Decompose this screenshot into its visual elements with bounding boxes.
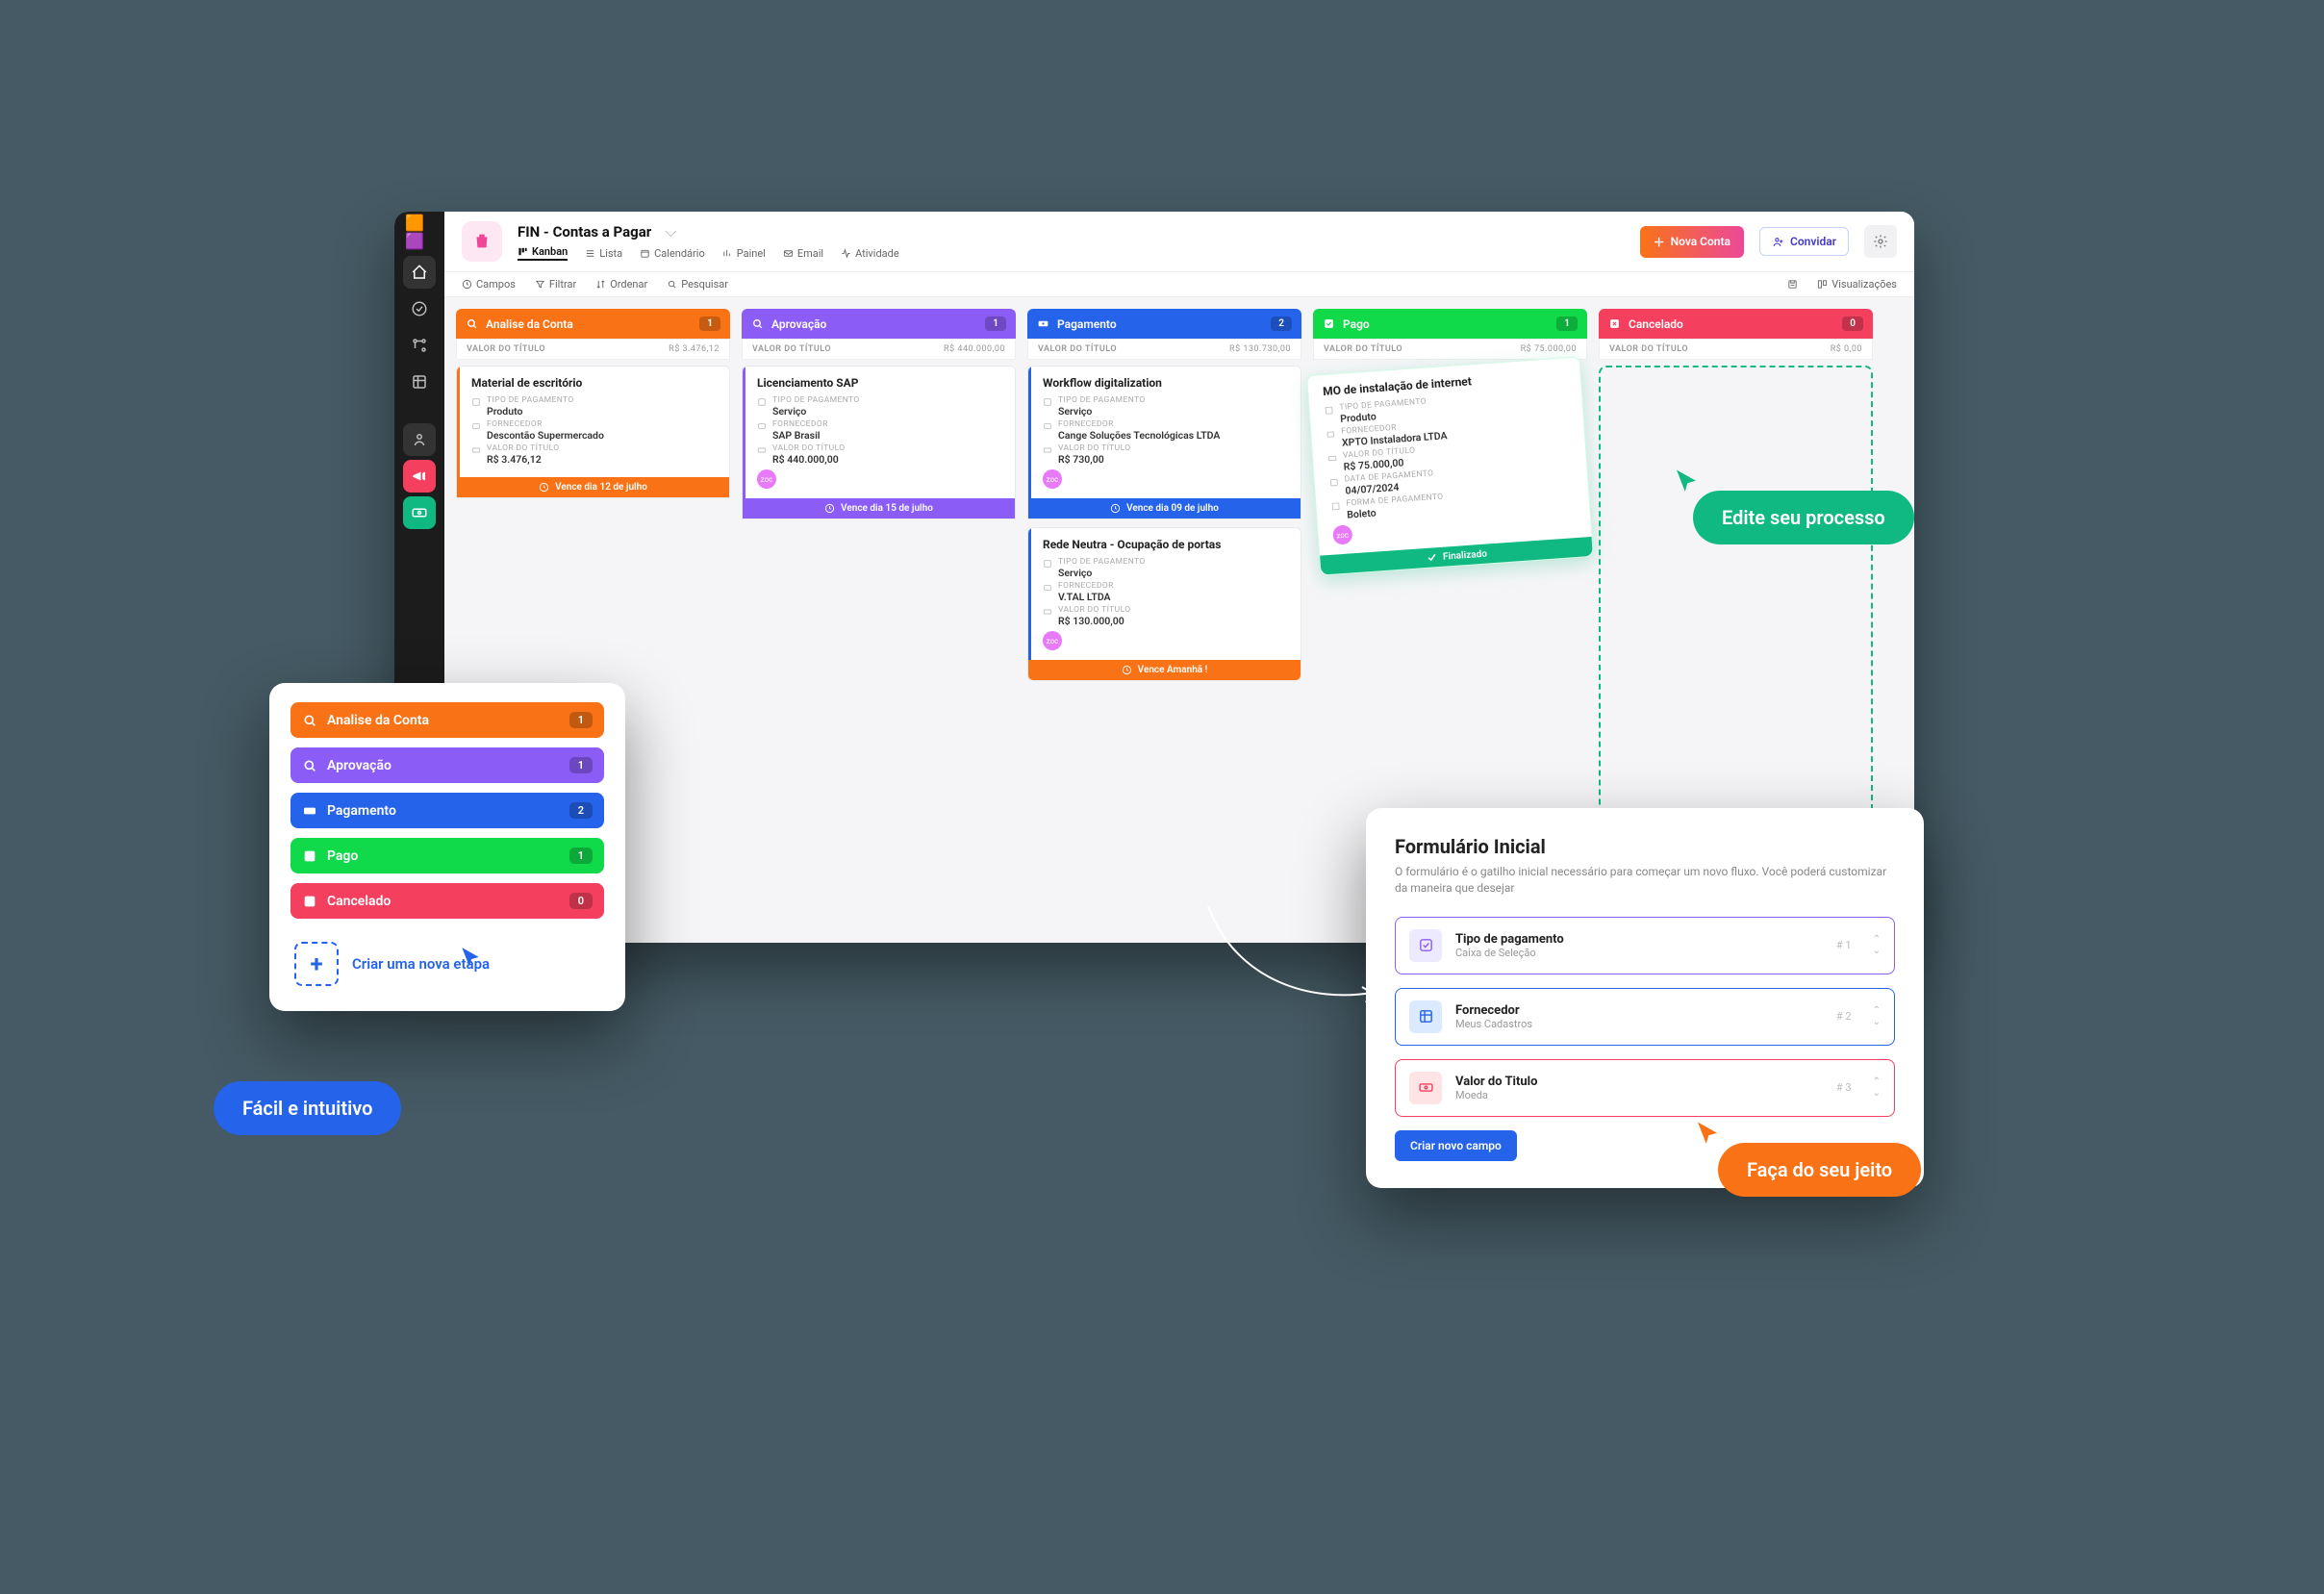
tab-email[interactable]: Email — [783, 245, 823, 261]
tab-painel[interactable]: Painel — [722, 245, 766, 261]
invite-button[interactable]: Convidar — [1759, 227, 1849, 256]
toolbar-visualizacoes[interactable]: Visualizações — [1817, 278, 1897, 291]
cursor-icon — [1693, 1120, 1722, 1149]
stage-chip-analise[interactable]: Analise da Conta1 — [290, 702, 604, 738]
form-subtitle: O formulário é o gatilho inicial necessá… — [1395, 864, 1895, 898]
kanban-card[interactable]: Workflow digitalization TIPO DE PAGAMENT… — [1027, 366, 1301, 519]
stage-chip-pagamento[interactable]: Pagamento2 — [290, 793, 604, 828]
reorder-arrows-icon[interactable]: ⌃⌄ — [1873, 1005, 1881, 1027]
kanban-card[interactable]: Material de escritório TIPO DE PAGAMENTO… — [456, 366, 730, 498]
project-title: FIN - Contas a Pagar — [518, 223, 651, 240]
stage-chip-cancelado[interactable]: Cancelado0 — [290, 883, 604, 919]
column-header[interactable]: Aprovação1 — [742, 309, 1016, 339]
callout-pill-green: Edite seu processo — [1693, 491, 1914, 544]
form-field-valor[interactable]: Valor do TituloMoeda # 3 ⌃⌄ — [1395, 1059, 1895, 1117]
avatar: zoc — [757, 469, 776, 489]
project-header: FIN - Contas a Pagar ⌵ Kanban Lista Cale… — [444, 212, 1914, 271]
form-field-fornecedor[interactable]: FornecedorMeus Cadastros # 2 ⌃⌄ — [1395, 988, 1895, 1046]
stages-popover: Analise da Conta1 Aprovação1 Pagamento2 … — [269, 683, 625, 1011]
column-header[interactable]: Analise da Conta1 — [456, 309, 730, 339]
callout-pill-orange: Faça do seu jeito — [1718, 1143, 1921, 1197]
project-icon — [462, 221, 502, 262]
sidebar-item-grid[interactable] — [403, 366, 436, 398]
avatar: zoc — [1043, 469, 1062, 489]
plus-icon: ＋ — [1654, 234, 1665, 250]
sidebar-item-team[interactable] — [403, 423, 436, 456]
kanban-card[interactable]: Licenciamento SAP TIPO DE PAGAMENTOServi… — [742, 366, 1016, 519]
sidebar-item-announce[interactable] — [403, 460, 436, 493]
reorder-arrows-icon[interactable]: ⌃⌄ — [1873, 1076, 1881, 1099]
column-aprovacao: Aprovação1 VALOR DO TÍTULOR$ 440.000,00 … — [742, 309, 1016, 931]
settings-button[interactable] — [1864, 225, 1897, 258]
toolbar-campos[interactable]: Campos — [462, 278, 516, 291]
toolbar-filtrar[interactable]: Filtrar — [535, 278, 576, 291]
tab-lista[interactable]: Lista — [585, 245, 622, 261]
board-toolbar: Campos Filtrar Ordenar Pesquisar Visuali… — [444, 271, 1914, 297]
stage-chip-pago[interactable]: Pago1 — [290, 838, 604, 873]
app-logo: 🟧🟪 — [405, 217, 434, 246]
sidebar-item-money[interactable] — [403, 496, 436, 529]
tab-kanban[interactable]: Kanban — [518, 245, 568, 261]
sidebar-item-check[interactable] — [403, 292, 436, 325]
create-stage-button[interactable]: + Criar uma nova etapa — [290, 928, 604, 992]
toolbar-pesquisar[interactable]: Pesquisar — [667, 278, 728, 291]
cursor-icon — [1672, 468, 1701, 496]
kanban-card[interactable]: Rede Neutra - Ocupação de portas TIPO DE… — [1027, 527, 1301, 681]
column-pagamento: Pagamento2 VALOR DO TÍTULOR$ 130.730,00 … — [1027, 309, 1301, 931]
create-field-button[interactable]: Criar novo campo — [1395, 1130, 1517, 1161]
kanban-card-tilted[interactable]: MO de instalação de internet TIPO DE PAG… — [1306, 356, 1594, 575]
reorder-arrows-icon[interactable]: ⌃⌄ — [1873, 934, 1881, 956]
toolbar-ordenar[interactable]: Ordenar — [595, 278, 647, 291]
cursor-icon — [458, 946, 483, 971]
column-header[interactable]: Pago1 — [1313, 309, 1587, 339]
form-builder-popover: Formulário Inicial O formulário é o gati… — [1366, 808, 1924, 1188]
plus-icon: + — [294, 942, 339, 986]
chevron-down-icon[interactable]: ⌵ — [665, 222, 676, 241]
column-header[interactable]: Cancelado0 — [1599, 309, 1873, 339]
new-account-button[interactable]: ＋Nova Conta — [1640, 226, 1744, 258]
form-field-tipo[interactable]: Tipo de pagamentoCaixa de Seleção # 1 ⌃⌄ — [1395, 917, 1895, 974]
sidebar-item-home[interactable] — [403, 256, 436, 289]
form-title: Formulário Inicial — [1395, 835, 1895, 858]
avatar: zoc — [1332, 524, 1352, 544]
sidebar-item-analytics[interactable] — [403, 329, 436, 362]
toolbar-save-icon[interactable] — [1787, 279, 1798, 290]
stage-chip-aprovacao[interactable]: Aprovação1 — [290, 747, 604, 783]
tab-atividade[interactable]: Atividade — [841, 245, 899, 261]
callout-pill-blue: Fácil e intuitivo — [214, 1081, 401, 1135]
tab-calendario[interactable]: Calendário — [640, 245, 705, 261]
avatar: zoc — [1043, 631, 1062, 650]
column-header[interactable]: Pagamento2 — [1027, 309, 1301, 339]
